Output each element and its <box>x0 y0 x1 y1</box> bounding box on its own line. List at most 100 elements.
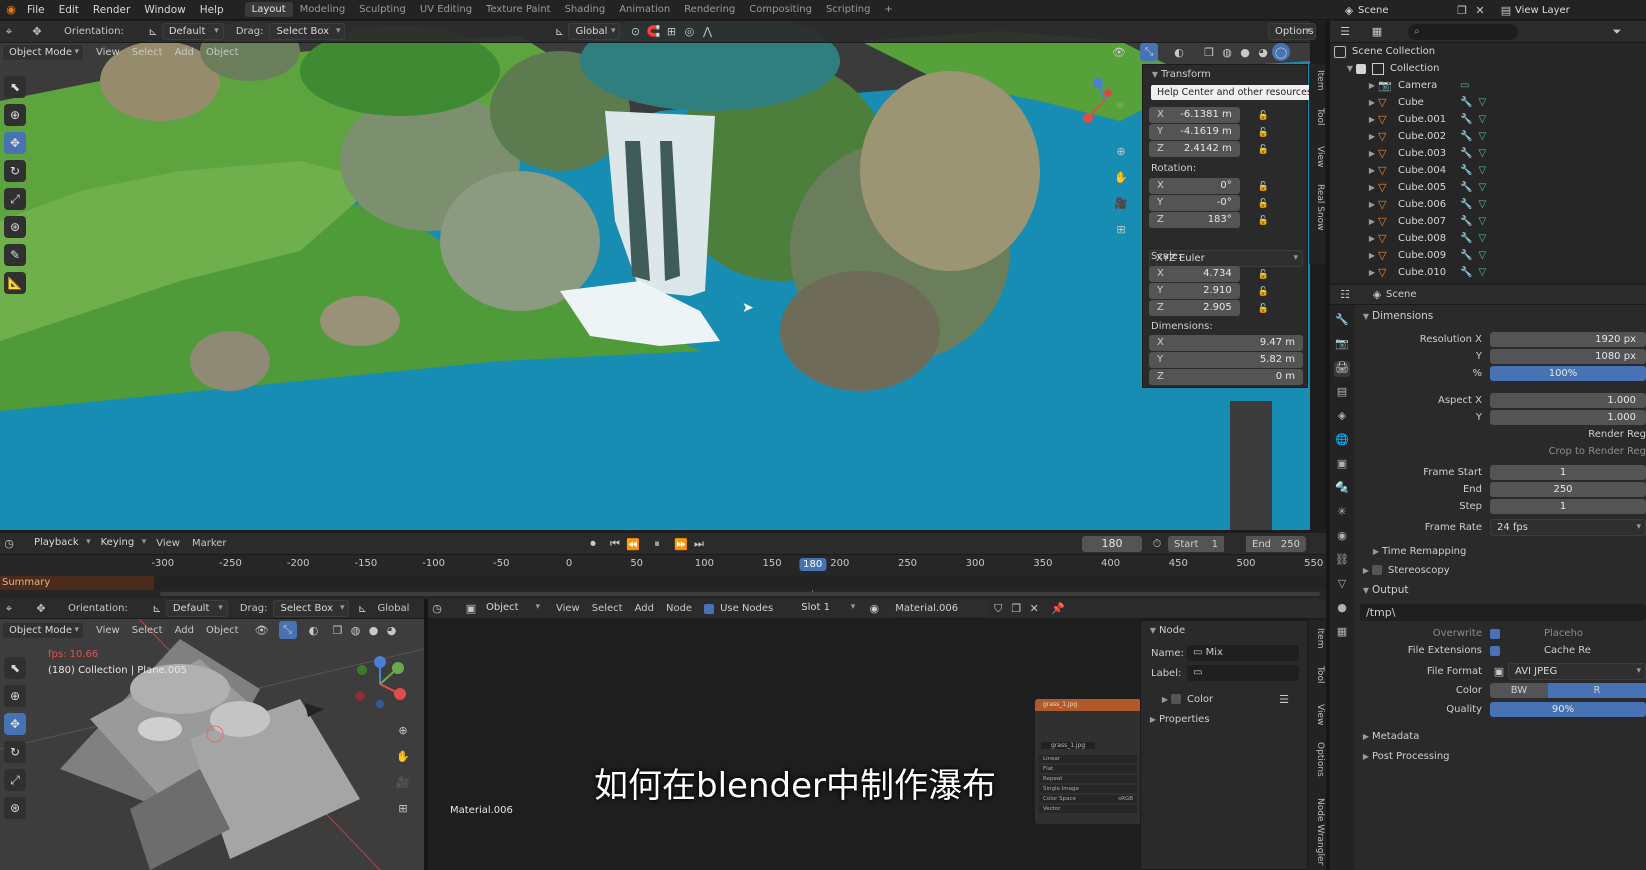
prop-field[interactable]: 1.000 <box>1490 410 1646 425</box>
workspace-tab-layout[interactable]: Layout <box>244 2 293 17</box>
navigation-gizmo[interactable] <box>1080 75 1130 135</box>
outliner-item[interactable]: ▶ ▽ Cube.007 🔧 ▽ <box>1330 213 1646 230</box>
bl-xray-icon[interactable]: ❒ <box>329 621 347 639</box>
outliner-item[interactable]: ▶ ▽ Cube.010 🔧 ▽ <box>1330 264 1646 281</box>
lock-icon[interactable]: 🔓 <box>1258 111 1269 121</box>
modifier-icon[interactable]: 🔧 <box>1460 233 1472 244</box>
transform-tool-icon[interactable]: ⊛ <box>4 216 26 238</box>
drag-dropdown[interactable]: Select Box <box>269 23 346 40</box>
mesh-data-icon[interactable]: ▽ <box>1478 199 1486 210</box>
prop-field[interactable]: 1920 px <box>1490 332 1646 347</box>
pin-icon[interactable]: 📌 <box>1049 600 1067 618</box>
outliner-item-label[interactable]: Camera <box>1398 80 1460 91</box>
mesh-data-icon[interactable]: ▽ <box>1478 233 1486 244</box>
expand-icon[interactable]: ▶ <box>1366 251 1378 260</box>
menu-view[interactable]: View <box>90 47 126 58</box>
summary-label[interactable]: Summary <box>0 576 154 590</box>
frame-field[interactable]: 1 <box>1490 499 1646 514</box>
scale-x-field[interactable]: X 4.734 <box>1149 266 1240 282</box>
blender-logo-icon[interactable]: ◉ <box>2 1 20 19</box>
editor-type-icon[interactable]: ⌖ <box>0 23 18 41</box>
expand-icon[interactable]: ▶ <box>1366 183 1378 192</box>
view-layer-props-icon[interactable]: ▤ <box>1334 385 1350 401</box>
tool-props-icon[interactable]: 🔧 <box>1334 313 1350 329</box>
outliner-type-icon[interactable]: ☰ <box>1336 23 1354 41</box>
slot-dropdown[interactable]: Slot 1 <box>795 600 859 617</box>
current-frame-marker[interactable]: 180 <box>799 558 827 571</box>
material-shading-icon[interactable]: ◕ <box>1254 43 1272 61</box>
checkbox-icon[interactable] <box>1356 63 1366 74</box>
material-props-icon[interactable]: ● <box>1334 601 1350 617</box>
menu-file[interactable]: File <box>20 4 52 16</box>
mesh-data-icon[interactable]: ▽ <box>1478 97 1486 108</box>
prop-field[interactable]: 100% <box>1490 366 1646 381</box>
frame-ruler[interactable]: -300 -250 -200 -150 -100 -50 0 50 100 150 180 200 25… <box>0 558 1326 576</box>
scene-collection-label[interactable]: Scene Collection <box>1352 46 1435 57</box>
shader-editor[interactable]: ◷ ▣ Object ViewSelectAddNode Use Nodes S… <box>428 599 1326 870</box>
prop-field[interactable]: 1080 px <box>1490 349 1646 364</box>
menu-object[interactable]: Object <box>200 47 245 58</box>
outliner-item-label[interactable]: Cube.003 <box>1398 148 1460 159</box>
bl-editor-type-icon[interactable]: ⌖ <box>0 600 18 618</box>
menu-add[interactable]: Add <box>169 47 200 58</box>
outliner-item[interactable]: ▶ ▽ Cube.006 🔧 ▽ <box>1330 196 1646 213</box>
transform-title[interactable]: Transform <box>1161 69 1211 80</box>
bl-menu-object[interactable]: Object <box>200 625 245 636</box>
bottom-3d-viewport[interactable]: ⌖ ✥ Orientation: ⊾ Default Drag: Select … <box>0 599 424 870</box>
unlink-icon[interactable]: ✕ <box>1025 600 1043 618</box>
pivot-icon[interactable]: ⊙ <box>626 23 644 41</box>
frame-rate-dropdown[interactable]: 24 fps <box>1490 519 1646 536</box>
collapse-icon[interactable]: ▼ <box>1360 586 1372 595</box>
texture-props-icon[interactable]: ▦ <box>1334 625 1350 641</box>
modifier-icon[interactable]: 🔧 <box>1460 216 1472 227</box>
node-tab-options[interactable]: Options <box>1309 742 1325 777</box>
mesh-data-icon[interactable]: ▽ <box>1478 114 1486 125</box>
outliner-item-label[interactable]: Cube <box>1398 97 1460 108</box>
scale-z-field[interactable]: Z 2.905 <box>1149 300 1240 316</box>
falloff-icon[interactable]: ⋀ <box>698 23 716 41</box>
gizmo-toggle-icon[interactable]: ⤡ <box>1140 43 1158 61</box>
ortho-grid-icon[interactable]: ⊞ <box>1112 220 1130 238</box>
location-y-field[interactable]: Y -4.1619 m <box>1149 124 1240 140</box>
outliner-item-label[interactable]: Cube.005 <box>1398 182 1460 193</box>
node-option[interactable]: Flat <box>1039 765 1137 773</box>
cursor-tool-icon[interactable]: ⊕ <box>4 104 26 126</box>
data-props-icon[interactable]: ▽ <box>1334 577 1350 593</box>
node-tab-tool[interactable]: Tool <box>1309 666 1325 683</box>
solid-shading-icon[interactable]: ● <box>1236 43 1254 61</box>
outliner-item-label[interactable]: Cube.008 <box>1398 233 1460 244</box>
outliner-item[interactable]: ▶ 📷 Camera ▭ <box>1330 77 1646 94</box>
workspace-tab-rendering[interactable]: Rendering <box>677 2 742 17</box>
modifier-icon[interactable]: 🔧 <box>1460 114 1472 125</box>
menu-edit[interactable]: Edit <box>52 4 86 16</box>
expand-icon[interactable]: ▶ <box>1370 547 1382 556</box>
filter-icon[interactable]: ⏷ <box>1608 23 1626 41</box>
mesh-data-icon[interactable]: ▽ <box>1478 250 1486 261</box>
transform-gizmo-icon[interactable]: ✥ <box>28 23 46 41</box>
modifier-props-icon[interactable]: 🔩 <box>1334 481 1350 497</box>
outliner-item-label[interactable]: Cube.010 <box>1398 267 1460 278</box>
material-browse-icon[interactable]: ◉ <box>865 600 883 618</box>
record-icon[interactable]: ⏺ <box>584 535 602 553</box>
expand-icon[interactable]: ▶ <box>1147 715 1159 724</box>
mesh-data-icon[interactable]: ▽ <box>1478 131 1486 142</box>
image-texture-node[interactable]: grass_1.jpg grass_1.jpg Linear Flat Repeat… <box>1035 699 1141 824</box>
scene-name[interactable]: Scene <box>1358 5 1453 16</box>
file-format-dropdown[interactable]: AVI JPEG <box>1508 663 1646 680</box>
node-image-field[interactable]: grass_1.jpg <box>1041 741 1096 749</box>
object-props-icon[interactable]: ▣ <box>1334 457 1350 473</box>
bl-select-tool-icon[interactable]: ⬉ <box>4 657 26 679</box>
constraints-props-icon[interactable]: ⛓ <box>1334 553 1350 569</box>
node-label-field[interactable]: ▭ <box>1187 665 1299 681</box>
bl-pan-icon[interactable]: ✋ <box>394 747 412 765</box>
bl-navigation-gizmo[interactable] <box>350 654 410 714</box>
workspace-tab-uv-editing[interactable]: UV Editing <box>413 2 479 17</box>
display-mode-icon[interactable]: ▦ <box>1368 23 1386 41</box>
color-bw-button[interactable]: BW <box>1490 683 1548 698</box>
color-rgb-button[interactable]: R <box>1548 683 1646 698</box>
expand-icon[interactable]: ▶ <box>1366 149 1378 158</box>
node-menu-view[interactable]: View <box>550 603 586 614</box>
expand-icon[interactable]: ▶ <box>1366 132 1378 141</box>
lock-icon[interactable]: 🔓 <box>1258 128 1269 138</box>
node-tab-node-wrangler[interactable]: Node Wrangler <box>1309 798 1325 865</box>
